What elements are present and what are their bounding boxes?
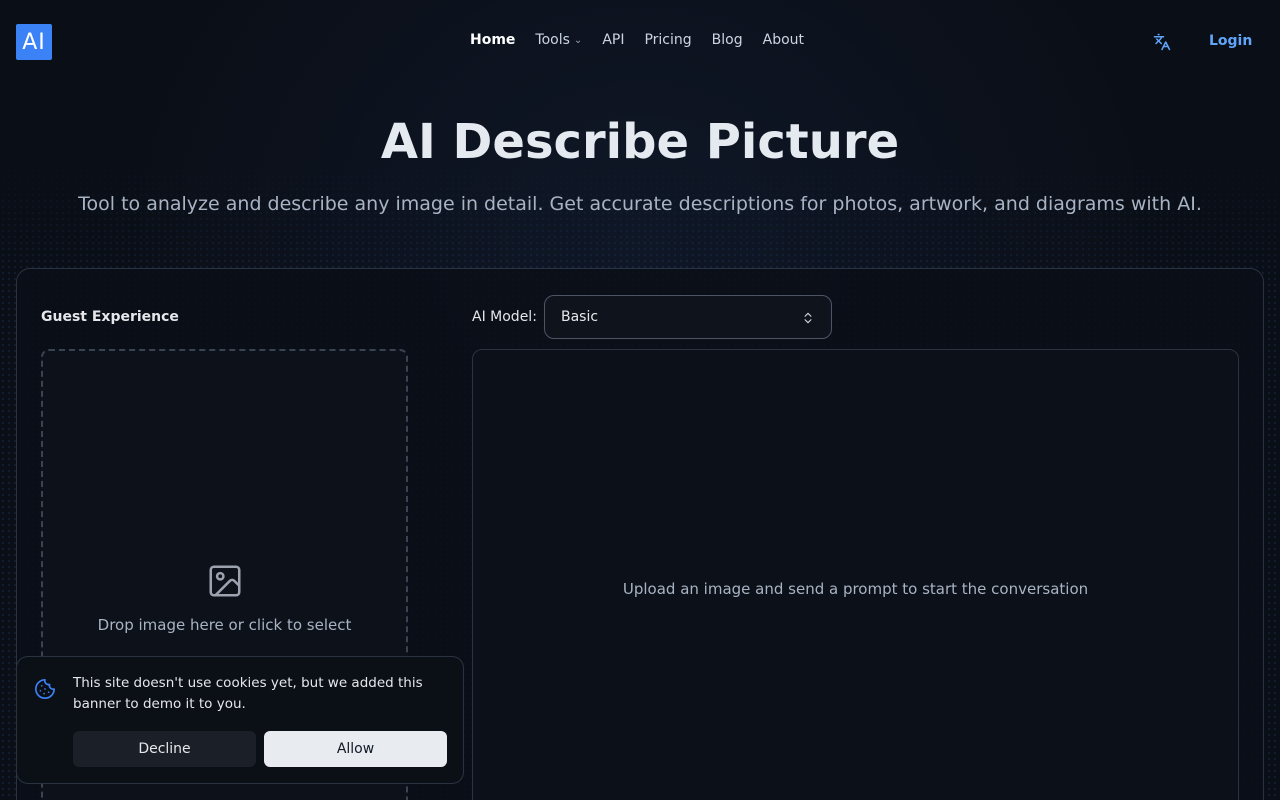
- ai-model-value: Basic: [561, 309, 599, 325]
- nav-pricing[interactable]: Pricing: [644, 32, 691, 48]
- ai-model-label: AI Model:: [472, 309, 537, 325]
- image-icon: [209, 565, 241, 597]
- chevron-up-down-icon: [804, 312, 812, 324]
- nav-api[interactable]: API: [602, 32, 624, 48]
- login-link[interactable]: Login: [1209, 33, 1252, 49]
- cookie-banner-text: This site doesn't use cookies yet, but w…: [73, 675, 423, 712]
- translate-icon[interactable]: [1153, 33, 1171, 51]
- dropzone-text: Drop image here or click to select: [97, 616, 352, 634]
- page-subtitle: Tool to analyze and describe any image i…: [78, 193, 1202, 215]
- nav-tools[interactable]: Tools ⌄: [535, 32, 582, 48]
- conversation-panel: [472, 349, 1239, 800]
- guest-experience-label: Guest Experience: [41, 309, 179, 325]
- main-nav: Home Tools ⌄ API Pricing Blog About: [470, 32, 804, 48]
- nav-about-label: About: [762, 32, 805, 48]
- nav-home-label: Home: [470, 32, 516, 48]
- allow-button[interactable]: Allow: [264, 731, 447, 767]
- logo[interactable]: AI: [16, 24, 52, 60]
- nav-blog[interactable]: Blog: [712, 32, 743, 48]
- page-title: AI Describe Picture: [380, 114, 900, 170]
- nav-api-label: API: [602, 32, 625, 48]
- cookie-icon: [35, 679, 55, 699]
- nav-about[interactable]: About: [763, 32, 804, 48]
- chevron-down-icon: ⌄: [573, 34, 583, 46]
- conversation-empty-text: Upload an image and send a prompt to sta…: [622, 580, 1089, 598]
- site-header: AI Home Tools ⌄ API Pricing Blog About Lo…: [0, 0, 1280, 84]
- nav-pricing-label: Pricing: [644, 32, 692, 48]
- nav-blog-label: Blog: [711, 32, 743, 48]
- decline-button[interactable]: Decline: [73, 731, 256, 767]
- page: AI Home Tools ⌄ API Pricing Blog About Lo…: [0, 0, 1280, 800]
- nav-home[interactable]: Home: [470, 32, 515, 48]
- ai-model-select[interactable]: Basic: [544, 295, 832, 339]
- nav-tools-label: Tools: [535, 32, 570, 48]
